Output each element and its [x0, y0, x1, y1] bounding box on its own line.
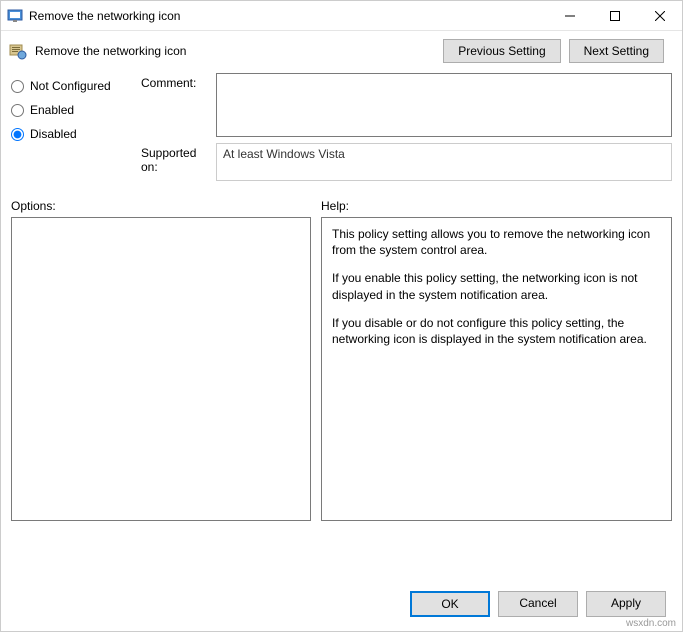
dialog-footer: OK Cancel Apply — [410, 591, 666, 617]
supported-on-value: At least Windows Vista — [216, 143, 672, 181]
radio-not-configured[interactable]: Not Configured — [11, 79, 131, 93]
maximize-button[interactable] — [592, 1, 637, 30]
options-panel — [11, 217, 311, 521]
radio-not-configured-input[interactable] — [11, 80, 24, 93]
policy-title: Remove the networking icon — [35, 44, 186, 58]
radio-disabled[interactable]: Disabled — [11, 127, 131, 141]
previous-setting-button[interactable]: Previous Setting — [443, 39, 560, 63]
radio-not-configured-label: Not Configured — [30, 79, 111, 93]
window-title: Remove the networking icon — [29, 9, 547, 23]
help-paragraph: This policy setting allows you to remove… — [332, 226, 661, 258]
ok-button[interactable]: OK — [410, 591, 490, 617]
comment-input[interactable] — [216, 73, 672, 137]
radio-enabled-label: Enabled — [30, 103, 74, 117]
header-row: Remove the networking icon Previous Sett… — [1, 31, 682, 69]
state-radio-group: Not Configured Enabled Disabled — [11, 73, 131, 187]
options-section-label: Options: — [11, 199, 321, 213]
supported-on-label: Supported on: — [141, 143, 216, 181]
help-paragraph: If you enable this policy setting, the n… — [332, 270, 661, 302]
radio-disabled-label: Disabled — [30, 127, 77, 141]
titlebar: Remove the networking icon — [1, 1, 682, 31]
comment-label: Comment: — [141, 73, 216, 137]
app-icon — [7, 8, 23, 24]
radio-enabled-input[interactable] — [11, 104, 24, 117]
help-section-label: Help: — [321, 199, 349, 213]
next-setting-button[interactable]: Next Setting — [569, 39, 664, 63]
window-controls — [547, 1, 682, 30]
radio-enabled[interactable]: Enabled — [11, 103, 131, 117]
help-panel: This policy setting allows you to remove… — [321, 217, 672, 521]
help-paragraph: If you disable or do not configure this … — [332, 315, 661, 347]
policy-icon — [9, 42, 27, 60]
cancel-button[interactable]: Cancel — [498, 591, 578, 617]
radio-disabled-input[interactable] — [11, 128, 24, 141]
apply-button[interactable]: Apply — [586, 591, 666, 617]
watermark: wsxdn.com — [626, 618, 676, 629]
close-button[interactable] — [637, 1, 682, 30]
minimize-button[interactable] — [547, 1, 592, 30]
